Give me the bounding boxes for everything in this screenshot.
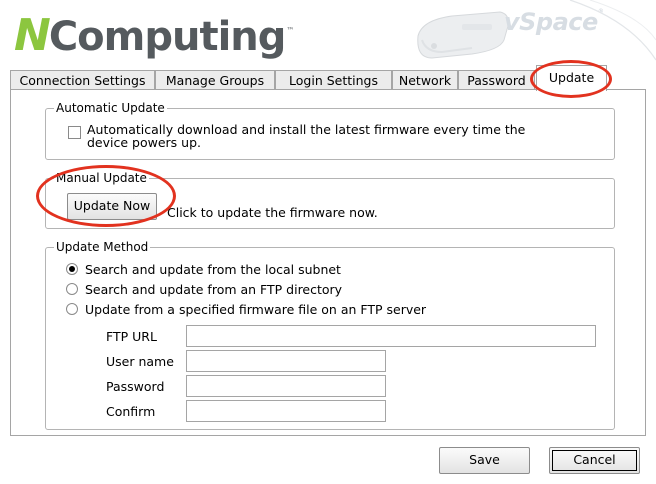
tab-manage-groups[interactable]: Manage Groups [155, 70, 275, 90]
method-option-ftp-directory[interactable]: Search and update from an FTP directory [66, 281, 342, 297]
tab-login-settings[interactable]: Login Settings [275, 70, 392, 90]
method-option-local-subnet[interactable]: Search and update from the local subnet [66, 261, 341, 277]
tab-update[interactable]: Update [536, 65, 607, 91]
ftp-file-label[interactable]: Update from a specified firmware file on… [85, 302, 426, 317]
local-subnet-radio[interactable] [66, 263, 78, 275]
password-input[interactable] [186, 375, 386, 397]
method-option-ftp-file[interactable]: Update from a specified firmware file on… [66, 301, 426, 317]
user-name-input[interactable] [186, 350, 386, 372]
ftp-url-label: FTP URL [106, 329, 157, 344]
auto-update-checkbox-label[interactable]: Automatically download and install the l… [87, 123, 567, 149]
tab-connection-settings[interactable]: Connection Settings [10, 70, 155, 90]
manual-update-legend: Manual Update [56, 171, 147, 185]
logo-letter: N [14, 10, 51, 61]
cancel-button[interactable]: Cancel [549, 447, 640, 474]
update-method-group: Update Method Search and update from the… [45, 240, 615, 430]
save-button[interactable]: Save [439, 447, 530, 474]
confirm-label: Confirm [106, 404, 156, 419]
update-method-legend: Update Method [56, 240, 149, 254]
device-image [417, 11, 509, 59]
ftp-directory-label[interactable]: Search and update from an FTP directory [85, 282, 342, 297]
password-label: Password [106, 379, 165, 394]
local-subnet-label[interactable]: Search and update from the local subnet [85, 262, 341, 277]
update-now-button[interactable]: Update Now [67, 193, 157, 220]
ftp-directory-radio[interactable] [66, 283, 78, 295]
auto-update-checkbox[interactable] [68, 126, 81, 139]
manual-update-hint: Click to update the firmware now. [167, 205, 378, 220]
ncomputing-logo: N Computing ™ [14, 10, 294, 62]
decorative-swoosh [569, 0, 656, 61]
user-name-label: User name [106, 354, 174, 369]
ftp-url-input[interactable] [186, 325, 596, 347]
ftp-file-radio[interactable] [66, 303, 78, 315]
logo-trademark: ™ [286, 26, 295, 35]
update-panel: Automatic Update Automatically download … [10, 89, 646, 436]
confirm-input[interactable] [186, 400, 386, 422]
logo-wordmark: Computing [48, 14, 287, 60]
automatic-update-legend: Automatic Update [56, 101, 165, 115]
tab-network[interactable]: Network [392, 70, 458, 90]
auto-update-option: Automatically download and install the l… [68, 123, 567, 149]
tab-password[interactable]: Password [458, 70, 535, 90]
manual-update-group: Manual Update Update Now Click to update… [45, 171, 615, 229]
automatic-update-group: Automatic Update Automatically download … [45, 101, 615, 160]
